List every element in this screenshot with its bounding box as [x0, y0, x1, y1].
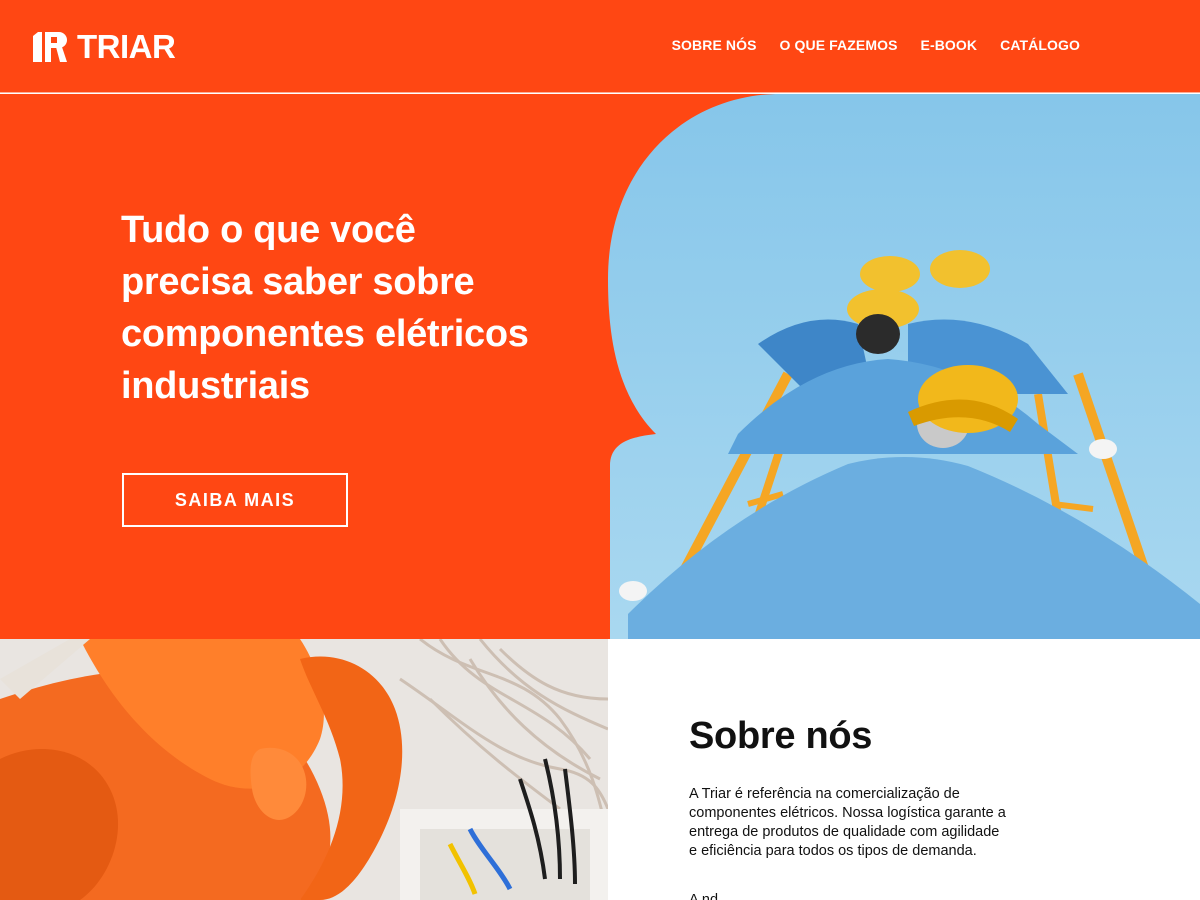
electrician-photo: [0, 639, 608, 900]
main-nav: SOBRE NÓS O QUE FAZEMOS E-BOOK CATÁLOGO: [672, 37, 1080, 53]
about-text: A Triar é referência na comercialização …: [689, 786, 1006, 859]
nav-o-que-fazemos[interactable]: O QUE FAZEMOS: [780, 37, 898, 53]
nav-sobre-nos[interactable]: SOBRE NÓS: [672, 37, 757, 53]
nav-e-book[interactable]: E-BOOK: [921, 37, 978, 53]
logo-text: TRIAR: [77, 28, 176, 65]
logo-mark-icon: [33, 32, 67, 62]
electrician-hands-image: [0, 639, 608, 900]
about-section: Sobre nós A Triar é referência na comerc…: [608, 639, 1200, 900]
about-more-text: A nd: [689, 892, 719, 900]
hero-workers-image: [608, 94, 1200, 639]
hero-title: Tudo o que você precisa saber sobre comp…: [121, 209, 529, 407]
nav-catalogo[interactable]: CATÁLOGO: [1000, 37, 1080, 53]
site-header: TRIAR SOBRE NÓS O QUE FAZEMOS E-BOOK CAT…: [0, 0, 1200, 93]
saiba-mais-button[interactable]: SAIBA MAIS: [122, 473, 348, 527]
about-title: Sobre nós: [689, 715, 873, 757]
triar-logo[interactable]: TRIAR: [33, 28, 176, 65]
hero-section: Tudo o que você precisa saber sobre comp…: [0, 94, 1200, 639]
